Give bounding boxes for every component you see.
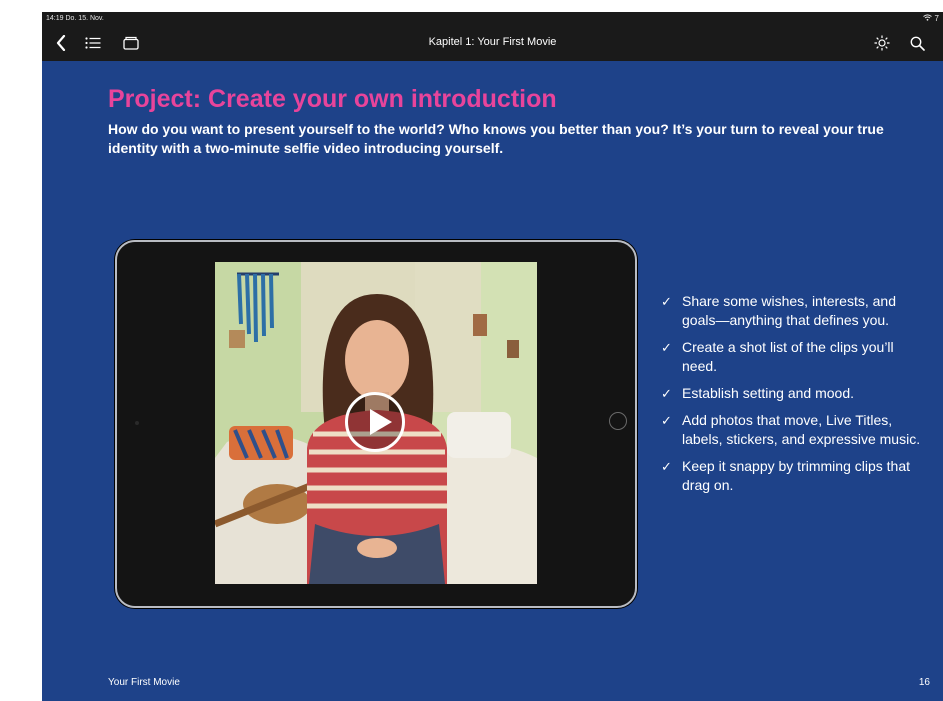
play-button[interactable]: [345, 392, 405, 452]
checkmark-icon: ✓: [661, 340, 672, 355]
page-number: 16: [918, 677, 930, 688]
checklist-item-text: Add photos that move, Live Titles, label…: [682, 412, 921, 447]
ipad-frame: [115, 240, 637, 608]
footer-book-title: Your First Movie: [108, 677, 180, 688]
page-heading: Project: Create your own introduction: [108, 85, 557, 113]
checkmark-icon: ✓: [661, 386, 672, 401]
video-player[interactable]: [215, 262, 537, 584]
play-icon: [370, 409, 392, 435]
checklist-item-text: Share some wishes, interests, and goals—…: [682, 293, 896, 328]
checklist-item: ✓ Keep it snappy by trimming clips that d…: [661, 457, 931, 495]
status-indicators: 7: [923, 14, 939, 23]
status-bar: 14:19 Do. 15. Nov. 7: [42, 12, 943, 26]
checklist-item: ✓ Add photos that move, Live Titles, labe…: [661, 411, 931, 449]
brightness-icon[interactable]: [873, 33, 891, 53]
device-camera: [135, 421, 139, 425]
book-toolbar: Kapitel 1: Your First Movie: [42, 26, 943, 61]
checklist-item-text: Establish setting and mood.: [682, 385, 854, 401]
checkmark-icon: ✓: [661, 294, 672, 309]
checklist-item: ✓ Share some wishes, interests, and goals…: [661, 292, 931, 330]
checklist-item: ✓ Create a shot list of the clips you’ll …: [661, 338, 931, 376]
status-right-text: 7: [934, 14, 939, 23]
wifi-icon: [923, 14, 933, 21]
status-time: 14:19 Do. 15. Nov.: [46, 15, 104, 22]
checklist-item-text: Keep it snappy by trimming clips that dr…: [682, 458, 910, 493]
project-checklist: ✓ Share some wishes, interests, and goals…: [661, 292, 931, 503]
search-icon[interactable]: [908, 33, 926, 53]
device-home-button: [609, 412, 627, 430]
chapter-title: Kapitel 1: Your First Movie: [428, 36, 557, 48]
checklist-item: ✓ Establish setting and mood.: [661, 384, 931, 403]
checklist-item-text: Create a shot list of the clips you’ll n…: [682, 339, 894, 374]
checkmark-icon: ✓: [661, 413, 672, 428]
checkmark-icon: ✓: [661, 459, 672, 474]
book-screen: 14:19 Do. 15. Nov. 7 Kapitel 1: Your Fir…: [42, 12, 943, 701]
book-page: Project: Create your own introduction Ho…: [42, 61, 943, 701]
intro-paragraph: How do you want to present yourself to t…: [108, 121, 884, 156]
